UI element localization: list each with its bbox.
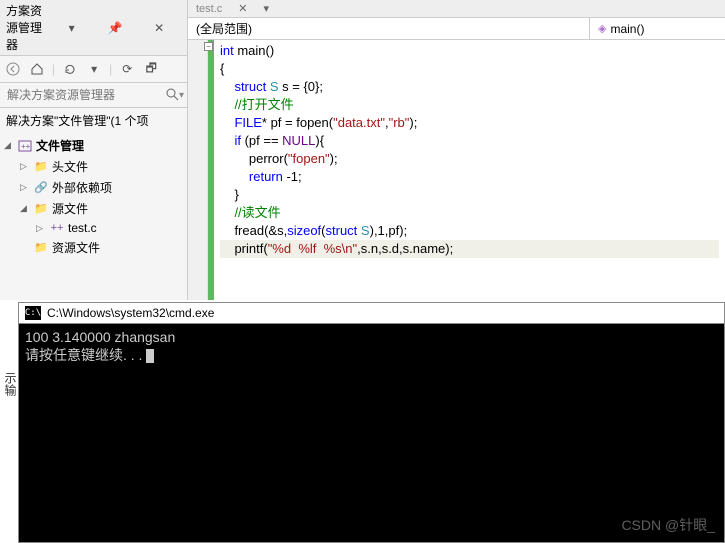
references-icon: 🔗 — [34, 181, 48, 195]
tab-dropdown-icon[interactable]: ▾ — [256, 1, 278, 16]
expander-icon[interactable]: ▷ — [20, 182, 30, 193]
code-area[interactable]: int main() { struct S s = {0}; //打开文件 FI… — [188, 40, 725, 300]
search-box: ▾ — [0, 83, 187, 108]
code-content[interactable]: int main() { struct S s = {0}; //打开文件 FI… — [214, 40, 725, 300]
console-output: 100 3.140000 zhangsan 请按任意键继续. . . — [19, 324, 724, 368]
scope-left-label: (全局范围) — [196, 20, 252, 37]
close-icon[interactable]: ✕ — [137, 19, 181, 37]
pushpin-icon[interactable]: 📌 — [94, 19, 138, 37]
sync-icon[interactable]: ⟳ — [118, 60, 136, 78]
back-icon[interactable] — [4, 60, 22, 78]
search-icon[interactable] — [165, 87, 179, 103]
panel-title-bar: 方案资源管理器 ▾ 📌 ✕ — [0, 0, 187, 56]
code-editor: test.c ✕ ▾ (全局范围) ◈ main() int main() { … — [188, 0, 725, 300]
watermark: CSDN @针眼_ — [621, 515, 715, 535]
explorer-toolbar: | ▾ | ⟳ 🗗 — [0, 56, 187, 83]
solution-tree: ◢ ++ 文件管理 ▷ 📁 头文件 ▷ 🔗 外部依赖项 ◢ 📁 源文件 ▷ — [0, 133, 187, 260]
external-label: 外部依赖项 — [52, 179, 112, 196]
cmd-icon: C:\ — [25, 306, 41, 320]
folder-icon: 📁 — [34, 160, 48, 174]
search-input[interactable] — [4, 85, 165, 105]
scope-right-dropdown[interactable]: ◈ main() — [590, 18, 725, 39]
svg-text:++: ++ — [21, 142, 31, 151]
cursor — [146, 349, 154, 363]
source-label: 源文件 — [52, 200, 88, 217]
side-tab[interactable]: 示输 — [0, 370, 21, 398]
folder-icon: 📁 — [34, 241, 48, 255]
testc-label: test.c — [68, 221, 97, 235]
editor-tabs: test.c ✕ ▾ — [188, 0, 725, 18]
console-line: 100 3.140000 zhangsan — [25, 328, 718, 346]
project-icon: ++ — [18, 139, 32, 153]
console-window: C:\ C:\Windows\system32\cmd.exe 100 3.14… — [18, 302, 725, 543]
fold-minus-icon[interactable]: − — [204, 42, 213, 51]
dropdown-icon[interactable]: ▾ — [85, 60, 103, 78]
scope-bar: (全局范围) ◈ main() — [188, 18, 725, 40]
console-line: 请按任意键继续. . . — [25, 346, 718, 364]
gutter — [188, 40, 208, 300]
tree-external[interactable]: ▷ 🔗 外部依赖项 — [0, 177, 187, 198]
project-label: 文件管理 — [36, 137, 84, 154]
scope-right-label: main() — [610, 22, 644, 36]
scope-left-dropdown[interactable]: (全局范围) — [188, 18, 590, 39]
tree-resource[interactable]: 📁 资源文件 — [0, 237, 187, 258]
console-title-text: C:\Windows\system32\cmd.exe — [47, 306, 214, 320]
method-icon: ◈ — [598, 22, 606, 35]
console-titlebar[interactable]: C:\ C:\Windows\system32\cmd.exe — [19, 303, 724, 324]
resource-label: 资源文件 — [52, 239, 100, 256]
more-icon[interactable]: 🗗 — [142, 60, 160, 78]
solution-label[interactable]: 解决方案"文件管理"(1 个项 — [0, 108, 187, 133]
tab-close-icon[interactable]: ✕ — [230, 1, 255, 16]
home-icon[interactable] — [28, 60, 46, 78]
pin-icon[interactable]: ▾ — [50, 19, 94, 37]
expander-icon[interactable]: ◢ — [4, 140, 14, 151]
headers-label: 头文件 — [52, 158, 88, 175]
cpp-file-icon: ++ — [50, 221, 64, 235]
expander-icon[interactable]: ▷ — [20, 161, 30, 172]
expander-icon[interactable]: ▷ — [36, 223, 46, 234]
panel-title: 方案资源管理器 — [6, 2, 50, 53]
tree-source[interactable]: ◢ 📁 源文件 — [0, 198, 187, 219]
tree-headers[interactable]: ▷ 📁 头文件 — [0, 156, 187, 177]
solution-explorer: 方案资源管理器 ▾ 📌 ✕ | ▾ | ⟳ 🗗 ▾ 解决方案"文件管理"(1 个… — [0, 0, 188, 300]
tree-file-testc[interactable]: ▷ ++ test.c — [0, 219, 187, 237]
tree-project[interactable]: ◢ ++ 文件管理 — [0, 135, 187, 156]
folder-icon: 📁 — [34, 202, 48, 216]
refresh-icon[interactable] — [61, 60, 79, 78]
expander-icon[interactable]: ◢ — [20, 203, 30, 214]
